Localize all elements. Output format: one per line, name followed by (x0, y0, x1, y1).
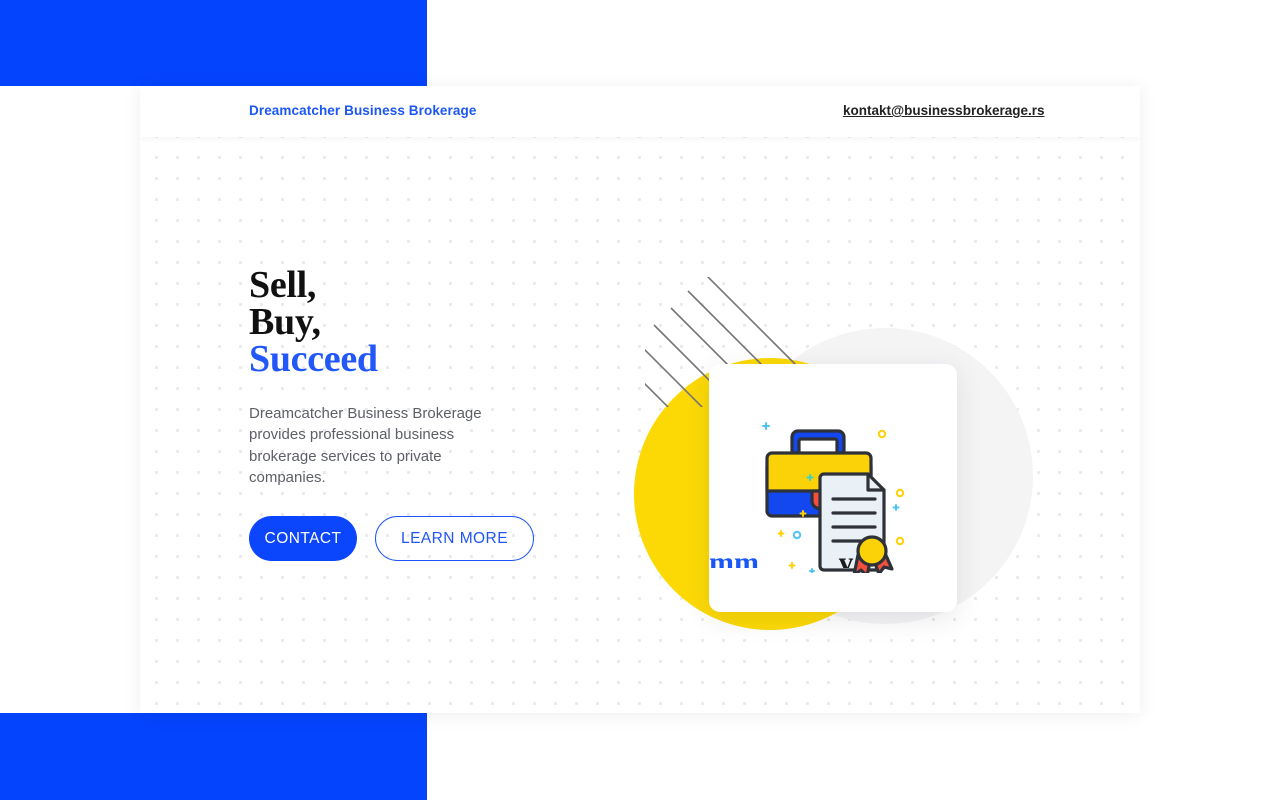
hero-paragraph: Dreamcatcher Business Brokerage provides… (249, 405, 482, 486)
brand-logo-text[interactable]: Dreamcatcher Business Brokerage (249, 103, 476, 118)
obscured-text-dark: y (838, 546, 854, 568)
headline-line-2: Buy, (249, 301, 321, 343)
contact-email-link[interactable]: kontakt@businessbrokerage.rs (843, 103, 1045, 118)
blue-block-bottom (0, 713, 427, 800)
screenshot-root: Dreamcatcher Business Brokerage kontakt@… (0, 0, 1280, 800)
headline-line-1: Sell, (249, 264, 317, 306)
obscured-background-text: mm y (709, 546, 999, 568)
learn-more-button[interactable]: LEARN MORE (375, 516, 534, 562)
headline-line-3: Succeed (249, 338, 378, 380)
hero-copy: Sell, Buy, Succeed Dreamcatcher Business… (249, 264, 534, 562)
hero-section: mm y Sell, Buy, Succeed Dreamcatcher Bus… (140, 137, 1140, 713)
illustration-card (709, 364, 957, 612)
hero-button-row: CONTACT LEARN MORE (249, 516, 534, 562)
page-container: Dreamcatcher Business Brokerage kontakt@… (140, 86, 1140, 713)
blue-block-top (0, 0, 427, 86)
obscured-text-blue: mm (709, 546, 759, 568)
page-title: Sell, Buy, Succeed (249, 264, 519, 380)
site-header: Dreamcatcher Business Brokerage kontakt@… (140, 86, 1140, 137)
contact-button[interactable]: CONTACT (249, 516, 357, 562)
